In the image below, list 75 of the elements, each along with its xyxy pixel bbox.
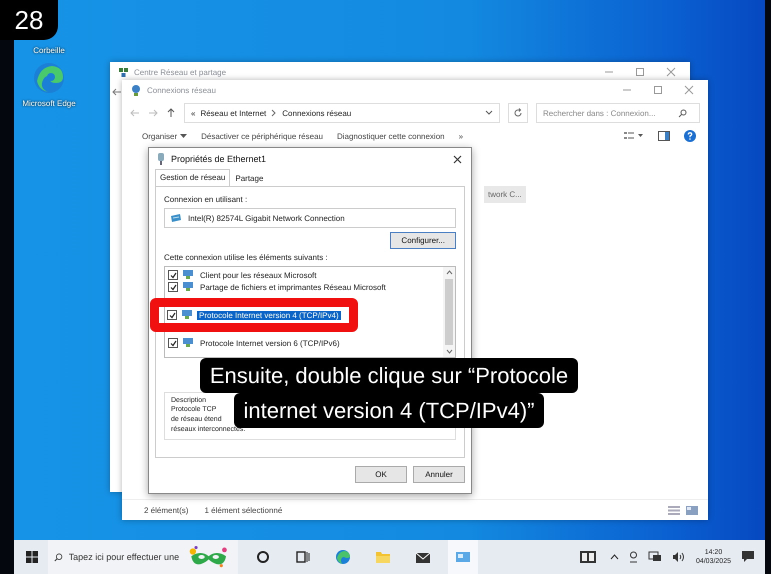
breadcrumb-item[interactable]: Réseau et Internet xyxy=(200,108,266,118)
dialog-button[interactable]: OK xyxy=(355,466,407,483)
chevron-icon xyxy=(271,109,278,117)
notification-icon[interactable] xyxy=(741,550,755,564)
webcam-icon[interactable] xyxy=(628,551,638,563)
protocol-icon xyxy=(182,282,194,292)
search-box[interactable]: Tapez ici pour effectuer une xyxy=(48,540,238,574)
scroll-down-icon[interactable] xyxy=(446,349,452,354)
more-button[interactable]: » xyxy=(458,132,464,140)
search-field[interactable]: Rechercher dans : Connexion... xyxy=(543,108,678,118)
search-icon xyxy=(678,108,687,118)
circle-icon xyxy=(256,550,270,564)
task-view-icon xyxy=(296,550,310,564)
keyboard-icon[interactable] xyxy=(580,551,596,563)
volume-icon[interactable] xyxy=(672,551,686,563)
configure-button[interactable]: Configurer... xyxy=(390,232,456,249)
adapter-name: Intel(R) 82574L Gigabit Network Connection xyxy=(188,214,345,222)
checkbox[interactable] xyxy=(168,270,178,280)
caption-text: internet version 4 (TCP/IPv4)” xyxy=(234,393,544,428)
step-badge: 28 xyxy=(0,0,58,40)
mail-icon xyxy=(415,550,431,564)
tiles-view-icon[interactable] xyxy=(686,506,698,514)
up-arrow-icon[interactable] xyxy=(166,108,176,118)
chevron-up-icon[interactable] xyxy=(610,554,619,560)
close-button[interactable] xyxy=(453,154,462,164)
status-text: 1 élément sélectionné xyxy=(204,506,282,514)
breadcrumb-item[interactable]: Connexions réseau xyxy=(282,108,352,118)
address-bar[interactable]: « Réseau et Internet Connexions réseau xyxy=(184,103,500,123)
refresh-icon xyxy=(513,108,523,118)
dropdown-icon[interactable] xyxy=(485,110,493,116)
list-item[interactable]: Partage de fichiers et imprimantes Réseau Microsoft xyxy=(198,282,388,292)
protocol-icon xyxy=(182,270,194,280)
search-icon xyxy=(54,552,63,562)
network-icon xyxy=(118,66,129,78)
protocol-icon xyxy=(182,338,194,348)
refresh-button[interactable] xyxy=(508,103,528,123)
caption-text: Ensuite, double clique sur “Protocole xyxy=(200,358,578,393)
connect-label: Connexion en utilisant : xyxy=(164,195,248,204)
file-item-label[interactable]: twork C... xyxy=(484,186,526,203)
breadcrumb-prefix[interactable]: « xyxy=(191,108,196,118)
network-monitor-icon[interactable] xyxy=(648,551,662,563)
window-title: Centre Réseau et partage xyxy=(134,68,226,76)
scroll-up-icon[interactable] xyxy=(446,270,452,275)
search-field[interactable]: Tapez ici pour effectuer une xyxy=(68,552,179,562)
folder-icon xyxy=(375,550,391,564)
checkbox[interactable] xyxy=(168,282,178,292)
network-adapter-icon xyxy=(157,153,165,165)
dialog-button[interactable]: Annuler xyxy=(413,466,465,483)
tab[interactable]: Gestion de réseau xyxy=(155,169,230,186)
list-item[interactable]: Protocole Internet version 6 (TCP/IPv6) xyxy=(198,338,342,348)
help-icon[interactable] xyxy=(684,130,696,142)
caret-icon[interactable] xyxy=(180,134,188,138)
window-title: Connexions réseau xyxy=(147,86,216,94)
tab[interactable]: Partage xyxy=(230,170,268,186)
dialog-title: Propriétés de Ethernet1 xyxy=(171,154,266,164)
network-card-icon xyxy=(170,213,182,223)
items-label: Cette connexion utilise les éléments suivants : xyxy=(164,253,329,262)
list-item[interactable]: Protocole Internet version 4 (TCP/IPv4) xyxy=(197,310,341,320)
toolbar-button[interactable]: Désactiver ce périphérique réseau xyxy=(201,132,323,140)
window-icon xyxy=(455,550,471,564)
search-box[interactable]: Rechercher dans : Connexion... xyxy=(536,103,700,123)
scrollbar-thumb[interactable] xyxy=(445,279,453,345)
network-icon xyxy=(130,84,142,96)
checkbox[interactable] xyxy=(167,310,177,320)
toolbar-button[interactable]: Organiser xyxy=(142,132,178,140)
toolbar-button[interactable]: Diagnostiquer cette connexion xyxy=(336,132,445,140)
edge-icon xyxy=(335,549,351,565)
preview-pane-icon[interactable] xyxy=(658,131,670,141)
checkbox[interactable] xyxy=(168,338,178,348)
protocol-icon xyxy=(181,310,193,320)
status-text: 2 élément(s) xyxy=(144,506,188,514)
view-options-icon[interactable] xyxy=(624,131,644,141)
start-button[interactable] xyxy=(26,551,38,563)
back-arrow-icon[interactable] xyxy=(112,87,122,97)
list-item[interactable]: Client pour les réseaux Microsoft xyxy=(198,270,318,280)
